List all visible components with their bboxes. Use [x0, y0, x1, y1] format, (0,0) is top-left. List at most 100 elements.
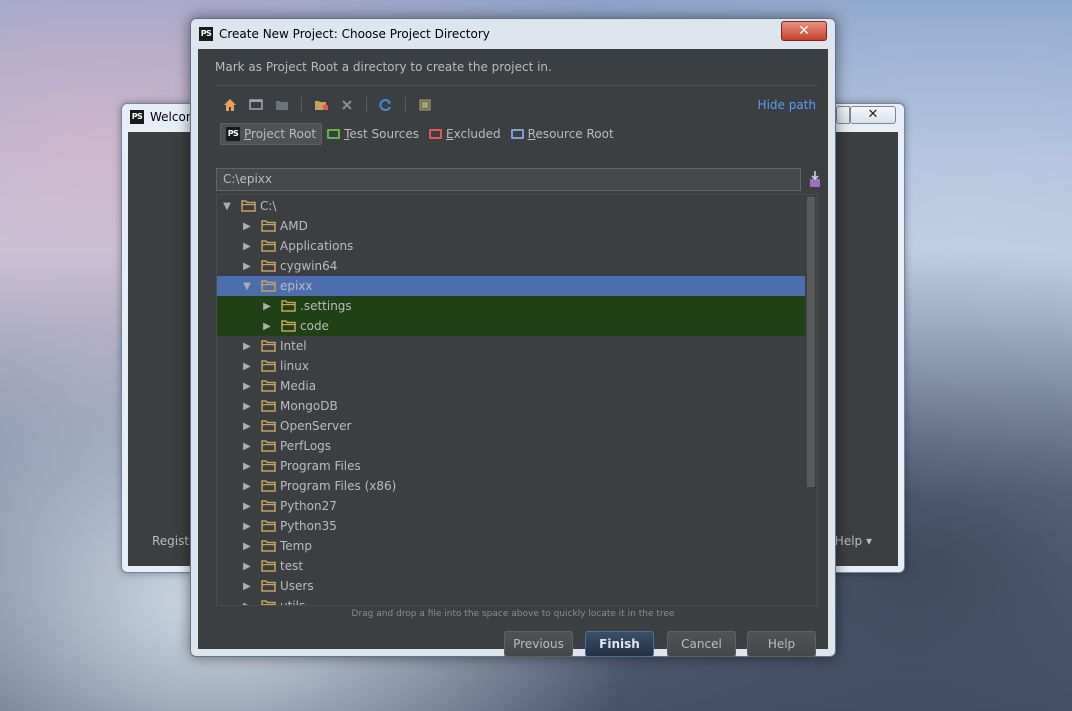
tree-row-label: AMD	[280, 219, 308, 233]
tree-row[interactable]: ▶ Temp	[217, 536, 806, 556]
expand-arrow-icon[interactable]: ▶	[241, 420, 253, 432]
directory-tree[interactable]: ▶ utils ▶ Users ▶ test ▶ Temp ▶ Python35 ▶ Python27…	[216, 194, 818, 606]
mark-label: Resource Root	[527, 127, 614, 141]
mark-test-sources-button[interactable]: Test Sources	[322, 123, 424, 145]
mark-label: Test Sources	[344, 127, 419, 141]
tree-row[interactable]: ▶ utils	[217, 596, 806, 606]
cancel-button[interactable]: Cancel	[667, 631, 736, 657]
folder-icon	[261, 460, 276, 472]
tree-row[interactable]: ▶ Program Files (x86)	[217, 476, 806, 496]
expand-arrow-icon[interactable]: ▶	[241, 400, 253, 412]
divider	[215, 85, 818, 86]
folder-icon	[510, 129, 524, 139]
hide-path-link[interactable]: Hide path	[758, 98, 816, 112]
tree-row[interactable]: ▶ PerfLogs	[217, 436, 806, 456]
help-button[interactable]: Help	[747, 631, 816, 657]
expand-arrow-icon[interactable]: ▶	[261, 320, 273, 332]
expand-arrow-icon[interactable]: ▶	[241, 240, 253, 252]
refresh-icon[interactable]	[376, 95, 396, 115]
welcome-help-menu[interactable]: Help ▾	[835, 534, 872, 548]
collapse-arrow-icon[interactable]: ▼	[241, 280, 253, 292]
toolbar-separator	[301, 97, 302, 113]
welcome-maximize-button[interactable]	[836, 106, 850, 124]
tree-row-label: OpenServer	[280, 419, 352, 433]
tree-row[interactable]: ▶ .settings	[217, 296, 806, 316]
expand-arrow-icon[interactable]: ▶	[241, 520, 253, 532]
welcome-close-button[interactable]: ✕	[850, 106, 896, 124]
folder-icon	[261, 280, 276, 292]
folder-icon	[261, 220, 276, 232]
tree-row-label: Program Files (x86)	[280, 479, 397, 493]
collapse-arrow-icon[interactable]: ▼	[221, 200, 233, 212]
tree-row[interactable]: ▶ code	[217, 316, 806, 336]
home-icon[interactable]	[220, 95, 240, 115]
tree-row-label: Intel	[280, 339, 307, 353]
finish-button[interactable]: Finish	[585, 631, 654, 657]
expand-arrow-icon[interactable]: ▶	[241, 340, 253, 352]
tree-row-label: utils	[280, 599, 306, 606]
tree-row-label: PerfLogs	[280, 439, 332, 453]
desktop-icon[interactable]	[246, 95, 266, 115]
project-folder-icon[interactable]	[272, 95, 292, 115]
previous-button[interactable]: Previous	[504, 631, 573, 657]
app-logo-icon: PS	[199, 27, 213, 41]
path-input[interactable]: C:\epixx	[216, 168, 801, 191]
mark-directory-bar: PS Project Root Test Sources Excluded Resour…	[220, 123, 619, 145]
expand-arrow-icon[interactable]: ▶	[241, 220, 253, 232]
close-button[interactable]: ✕	[781, 21, 827, 41]
tree-row-label: Temp	[280, 539, 312, 553]
expand-arrow-icon[interactable]: ▶	[261, 300, 273, 312]
folder-icon	[261, 340, 276, 352]
mark-resource-root-button[interactable]: Resource Root	[506, 123, 619, 145]
expand-arrow-icon[interactable]: ▶	[241, 380, 253, 392]
expand-arrow-icon[interactable]: ▶	[241, 600, 253, 606]
dialog-title: Create New Project: Choose Project Direc…	[219, 27, 490, 41]
file-toolbar	[220, 95, 435, 115]
toolbar-separator	[366, 97, 367, 113]
tree-row[interactable]: ▶ Applications	[217, 236, 806, 256]
tree-row[interactable]: ▶ Program Files	[217, 456, 806, 476]
expand-arrow-icon[interactable]: ▶	[241, 460, 253, 472]
tree-row-label: Program Files	[280, 459, 361, 473]
expand-arrow-icon[interactable]: ▶	[241, 500, 253, 512]
expand-arrow-icon[interactable]: ▶	[241, 440, 253, 452]
folder-icon	[261, 500, 276, 512]
tree-row[interactable]: ▶ linux	[217, 356, 806, 376]
project-root-icon: PS	[226, 127, 240, 141]
expand-arrow-icon[interactable]: ▶	[241, 360, 253, 372]
tree-row[interactable]: ▶ Python35	[217, 516, 806, 536]
tree-row[interactable]: ▶ test	[217, 556, 806, 576]
new-folder-icon[interactable]	[311, 95, 331, 115]
folder-icon	[261, 360, 276, 372]
tree-row[interactable]: ▶ Intel	[217, 336, 806, 356]
tree-scrollbar-thumb[interactable]	[807, 197, 815, 487]
expand-arrow-icon[interactable]: ▶	[241, 480, 253, 492]
expand-arrow-icon[interactable]: ▶	[241, 540, 253, 552]
tree-row[interactable]: ▶ Media	[217, 376, 806, 396]
delete-icon[interactable]	[337, 95, 357, 115]
show-hidden-icon[interactable]	[415, 95, 435, 115]
tree-row-label: Python27	[280, 499, 337, 513]
tree-row[interactable]: ▶ OpenServer	[217, 416, 806, 436]
tree-row[interactable]: ▼ C:\	[217, 196, 806, 216]
mark-project-root-button[interactable]: PS Project Root	[220, 123, 323, 145]
mark-excluded-button[interactable]: Excluded	[424, 123, 506, 145]
expand-arrow-icon[interactable]: ▶	[241, 580, 253, 592]
tree-row[interactable]: ▶ Python27	[217, 496, 806, 516]
tree-row[interactable]: ▶ AMD	[217, 216, 806, 236]
tree-row-label: Media	[280, 379, 317, 393]
pin-location-icon[interactable]	[808, 170, 822, 188]
folder-icon	[261, 600, 276, 605]
expand-arrow-icon[interactable]: ▶	[241, 560, 253, 572]
tree-row[interactable]: ▼ epixx	[217, 276, 806, 296]
tree-row[interactable]: ▶ MongoDB	[217, 396, 806, 416]
tree-row[interactable]: ▶ Users	[217, 576, 806, 596]
tree-row[interactable]: ▶ cygwin64	[217, 256, 806, 276]
folder-icon	[261, 560, 276, 572]
expand-arrow-icon[interactable]: ▶	[241, 260, 253, 272]
tree-row-label: epixx	[280, 279, 313, 293]
tree-scrollbar[interactable]	[805, 195, 817, 605]
mark-label: Excluded	[446, 127, 501, 141]
tree-row-label: code	[300, 319, 329, 333]
tree-row-label: MongoDB	[280, 399, 338, 413]
